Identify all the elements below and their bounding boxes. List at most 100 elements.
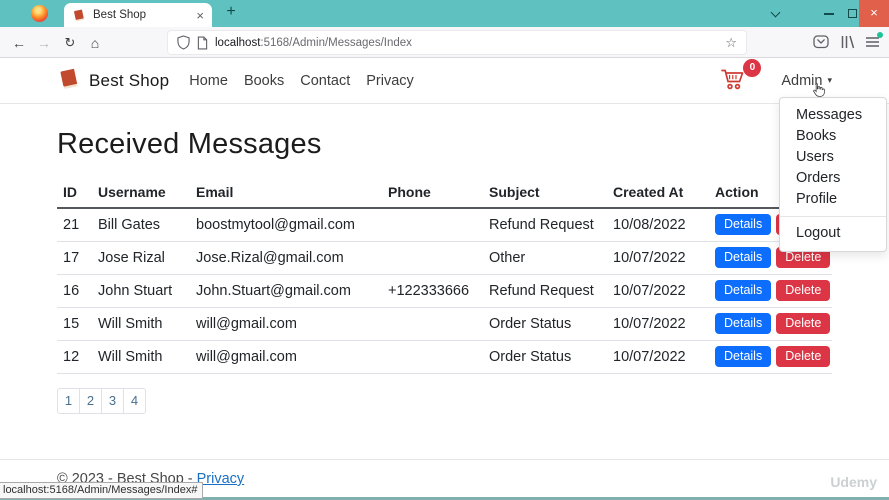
back-button[interactable]: ← [8,32,30,54]
main-content: Received Messages ID Username Email Phon… [0,128,889,414]
pocket-icon[interactable] [813,35,829,54]
browser-window: Best Shop × + × ← → ↻ ⌂ localhost:5168/A… [0,0,889,500]
browser-tab-best-shop[interactable]: Best Shop × [64,3,212,27]
tab-title: Best Shop [93,9,196,21]
col-header-id: ID [57,177,93,208]
cell-phone: +122333666 [383,274,484,307]
cart-button[interactable]: 0 [720,67,747,95]
dropdown-item-books[interactable]: Books [780,126,886,147]
window-minimize-button[interactable] [824,13,834,15]
cell-id: 21 [57,208,93,241]
cell-created-at: 10/07/2022 [608,340,710,373]
url-path: :5168/Admin/Messages/Index [260,37,412,49]
table-row: 21 Bill Gates boostmytool@gmail.com Refu… [57,208,832,241]
dropdown-item-messages[interactable]: Messages [780,105,886,126]
page-info-icon[interactable] [197,36,208,50]
brand-logo[interactable]: Best Shop [57,68,169,94]
cell-action: DetailsDelete [710,340,832,373]
cell-id: 12 [57,340,93,373]
messages-table: ID Username Email Phone Subject Created … [57,177,832,374]
cell-subject: Refund Request [484,274,608,307]
browser-titlebar: Best Shop × + × [0,0,889,27]
dropdown-item-users[interactable]: Users [780,147,886,168]
cell-username: Will Smith [93,307,191,340]
nav-link-contact[interactable]: Contact [292,73,358,89]
watermark: Udemy [830,474,877,490]
cell-created-at: 10/08/2022 [608,208,710,241]
details-button[interactable]: Details [715,214,771,235]
cart-count-badge: 0 [743,59,761,77]
details-button[interactable]: Details [715,346,771,367]
book-logo-icon [57,68,81,94]
reload-button[interactable]: ↻ [59,32,81,54]
delete-button[interactable]: Delete [776,346,830,367]
delete-button[interactable]: Delete [776,280,830,301]
cell-subject: Refund Request [484,208,608,241]
caret-down-icon: ▾ [827,75,832,86]
pagination-page-3[interactable]: 3 [101,388,124,414]
cell-subject: Order Status [484,307,608,340]
details-button[interactable]: Details [715,280,771,301]
browser-toolbar: ← → ↻ ⌂ localhost:5168/Admin/Messages/In… [0,27,889,58]
pagination-page-1[interactable]: 1 [57,388,80,414]
table-row: 15 Will Smith will@gmail.com Order Statu… [57,307,832,340]
table-row: 17 Jose Rizal Jose.Rizal@gmail.com Other… [57,241,832,274]
brand-name[interactable]: Best Shop [89,71,169,91]
delete-button[interactable]: Delete [776,313,830,334]
cell-phone [383,241,484,274]
page-title: Received Messages [57,128,832,161]
details-button[interactable]: Details [715,313,771,334]
firefox-logo-icon[interactable] [31,5,48,22]
library-icon[interactable] [840,35,856,54]
table-header-row: ID Username Email Phone Subject Created … [57,177,832,208]
dropdown-item-logout[interactable]: Logout [780,223,886,244]
cell-email: will@gmail.com [191,307,383,340]
details-button[interactable]: Details [715,247,771,268]
cell-email: will@gmail.com [191,340,383,373]
dropdown-item-orders[interactable]: Orders [780,168,886,189]
url-text[interactable]: localhost:5168/Admin/Messages/Index [215,37,717,49]
site-navbar: Best Shop Home Books Contact Privacy 0 A… [0,58,889,104]
shield-icon[interactable] [177,35,190,50]
pagination-page-4[interactable]: 4 [123,388,146,414]
cell-created-at: 10/07/2022 [608,307,710,340]
notification-dot [877,32,883,38]
window-close-button[interactable]: × [859,0,889,27]
cell-username: Will Smith [93,340,191,373]
cell-id: 16 [57,274,93,307]
home-button[interactable]: ⌂ [84,32,106,54]
cell-phone [383,307,484,340]
col-header-email: Email [191,177,383,208]
dropdown-item-profile[interactable]: Profile [780,189,886,210]
book-favicon-icon [72,9,86,22]
cell-username: Jose Rizal [93,241,191,274]
footer-privacy-link[interactable]: Privacy [197,471,245,487]
cell-email: Jose.Rizal@gmail.com [191,241,383,274]
nav-link-books[interactable]: Books [236,73,292,89]
address-bar[interactable]: localhost:5168/Admin/Messages/Index ☆ [168,31,746,54]
cell-phone [383,208,484,241]
dropdown-divider [780,216,886,217]
web-page: Best Shop Home Books Contact Privacy 0 A… [0,58,889,500]
cell-created-at: 10/07/2022 [608,274,710,307]
menu-hamburger-icon[interactable] [865,35,880,53]
cell-subject: Order Status [484,340,608,373]
admin-dropdown-menu: Messages Books Users Orders Profile Logo… [779,97,887,252]
url-host: localhost [215,37,260,49]
nav-link-privacy[interactable]: Privacy [358,73,422,89]
cell-email: boostmytool@gmail.com [191,208,383,241]
tab-list-chevron-down-icon[interactable] [771,9,779,17]
cell-action: DetailsDelete [710,274,832,307]
pagination-page-2[interactable]: 2 [79,388,102,414]
cell-username: John Stuart [93,274,191,307]
cell-action: DetailsDelete [710,307,832,340]
new-tab-button[interactable]: + [221,3,241,21]
mouse-cursor-pointer [810,81,827,103]
bookmark-star-icon[interactable]: ☆ [725,35,737,51]
table-row: 16 John Stuart John.Stuart@gmail.com +12… [57,274,832,307]
cell-id: 17 [57,241,93,274]
nav-link-home[interactable]: Home [181,73,236,89]
col-header-phone: Phone [383,177,484,208]
window-maximize-button[interactable] [848,9,857,18]
tab-close-icon[interactable]: × [196,9,204,22]
